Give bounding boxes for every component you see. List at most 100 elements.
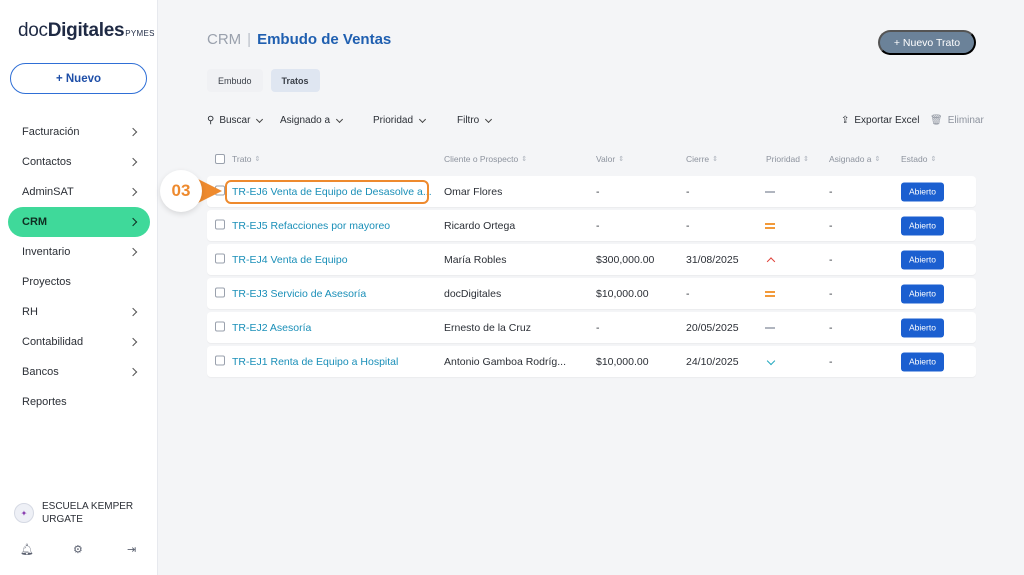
status-badge[interactable]: Abierto [901,318,944,337]
column-trato[interactable]: Trato ⇕ [232,154,260,164]
table-row[interactable]: TR-EJ3 Servicio de Asesoría docDigitales $… [207,278,976,309]
deal-name-link[interactable]: TR-EJ5 Refacciones por mayoreo [232,220,390,232]
checkbox[interactable] [215,287,225,297]
tab-embudo[interactable]: Embudo [207,69,263,92]
checkbox[interactable] [215,253,225,263]
column-cierre[interactable]: Cierre ⇕ [686,154,718,164]
tab-tratos[interactable]: Tratos [270,69,320,92]
status-badge[interactable]: Abierto [901,182,944,201]
checkbox[interactable] [215,321,225,331]
user-avatar: ✦ [14,503,34,523]
close-date: - [686,185,690,198]
export-excel-button[interactable]: ⇪ Exportar Excel [841,115,919,126]
delete-button[interactable]: 🗑︎ Eliminar [930,115,984,126]
checkbox[interactable] [215,219,225,229]
deal-name-link[interactable]: TR-EJ2 Asesoría [232,322,311,334]
status-badge[interactable]: Abierto [901,250,944,269]
sidebar-item-label: Proyectos [22,276,71,288]
deal-name-link[interactable]: TR-EJ6 Venta de Equipo de Desasolve a... [232,186,432,198]
sidebar: docDigitalesPYMES + Nuevo Facturación Con… [0,0,158,575]
sidebar-item-bancos[interactable]: Bancos [0,357,158,387]
sidebar-item-reportes[interactable]: Reportes [0,387,158,417]
sidebar-item-label: RH [22,306,38,318]
assigned-dropdown[interactable]: Asignado a [280,115,344,126]
priority-lowest-icon [766,356,776,365]
logout-icon[interactable]: ⇥ [127,543,136,556]
column-label: Trato [232,154,252,164]
sidebar-item-label: Reportes [22,396,67,408]
search-label: Buscar [219,115,251,126]
row-checkbox[interactable] [215,355,225,368]
sidebar-item-label: Contabilidad [22,336,84,348]
column-label: Estado [901,154,928,164]
column-prioridad[interactable]: Prioridad ⇕ [766,154,809,164]
status-badge[interactable]: Abierto [901,216,944,235]
sidebar-item-label: Bancos [22,366,59,378]
chevron-right-icon [128,247,138,257]
user-profile[interactable]: ✦ ESCUELA KEMPER URGATE [14,500,142,526]
gear-icon[interactable]: ⚙ [73,543,83,556]
assigned-to: - [829,219,833,232]
table-row[interactable]: TR-EJ5 Refacciones por mayoreo Ricardo Or… [207,210,976,241]
sidebar-item-inventario[interactable]: Inventario [0,237,158,267]
filter-dropdown[interactable]: Filtro [457,115,493,126]
sidebar-item-proyectos[interactable]: Proyectos [0,267,158,297]
priority-icon [765,221,777,231]
client-name: Ricardo Ortega [444,219,516,232]
deal-name-link[interactable]: TR-EJ4 Venta de Equipo [232,254,348,266]
priority-label: Prioridad [373,115,414,126]
sort-icon: ⇕ [521,156,528,163]
select-all-checkbox[interactable] [215,154,225,164]
chevron-right-icon [128,217,138,227]
column-valor[interactable]: Valor ⇕ [596,154,624,164]
row-checkbox[interactable] [215,287,225,300]
sort-icon: ⇕ [803,156,809,163]
deal-name-link[interactable]: TR-EJ1 Renta de Equipo a Hospital [232,356,398,368]
table-row[interactable]: TR-EJ4 Venta de Equipo María Robles $300,0… [207,244,976,275]
sidebar-item-rh[interactable]: RH [0,297,158,327]
sidebar-item-facturacion[interactable]: Facturación [0,117,158,147]
new-button[interactable]: + Nuevo [10,63,147,94]
breadcrumb-section[interactable]: CRM [207,31,241,48]
view-tabs: Embudo Tratos [207,69,320,92]
checkbox[interactable] [215,355,225,365]
bell-icon[interactable]: 🔔︎ [20,543,34,556]
page-title: Embudo de Ventas [257,31,392,48]
chevron-right-icon [128,307,138,317]
header-select-all[interactable] [215,154,225,164]
table-row[interactable]: TR-EJ1 Renta de Equipo a Hospital Antonio… [207,346,976,377]
priority-icon [765,255,777,266]
close-date: - [686,219,690,232]
column-estado[interactable]: Estado ⇕ [901,154,936,164]
new-deal-button[interactable]: + Nuevo Trato [878,30,976,55]
search-dropdown[interactable]: ⚲ Buscar [207,115,264,126]
sidebar-item-adminsat[interactable]: AdminSAT [0,177,158,207]
sidebar-nav: Facturación Contactos AdminSAT CRM Inventari… [0,117,158,417]
chevron-down-icon [418,115,427,123]
column-cliente[interactable]: Cliente o Prospecto ⇕ [444,154,527,164]
sidebar-item-contactos[interactable]: Contactos [0,147,158,177]
row-checkbox[interactable] [215,321,225,334]
brand-logo[interactable]: docDigitalesPYMES [18,20,155,42]
chevron-down-icon [336,115,344,123]
search-icon: ⚲ [207,115,215,126]
priority-medium-icon [765,222,775,229]
sort-icon: ⇕ [930,156,937,163]
status-badge[interactable]: Abierto [901,284,944,303]
sidebar-item-crm[interactable]: CRM [8,207,150,237]
priority-high-icon [766,256,776,266]
column-asignado[interactable]: Asignado a ⇕ [829,154,880,164]
table-header: Trato ⇕ Cliente o Prospecto ⇕ Valor ⇕ Cierr… [207,152,976,168]
table-row[interactable]: TR-EJ2 Asesoría Ernesto de la Cruz - 20/05/… [207,312,976,343]
sidebar-item-contabilidad[interactable]: Contabilidad [0,327,158,357]
priority-dropdown[interactable]: Prioridad [373,115,427,126]
row-checkbox[interactable] [215,219,225,232]
table-row[interactable]: TR-EJ6 Venta de Equipo de Desasolve a...… [207,176,976,207]
deal-value: - [596,321,600,334]
sidebar-item-label: Facturación [22,126,80,138]
deal-value: $300,000.00 [596,253,655,266]
status-badge[interactable]: Abierto [901,352,944,371]
row-checkbox[interactable] [215,253,225,266]
priority-icon [765,356,777,365]
deal-name-link[interactable]: TR-EJ3 Servicio de Asesoría [232,288,366,300]
